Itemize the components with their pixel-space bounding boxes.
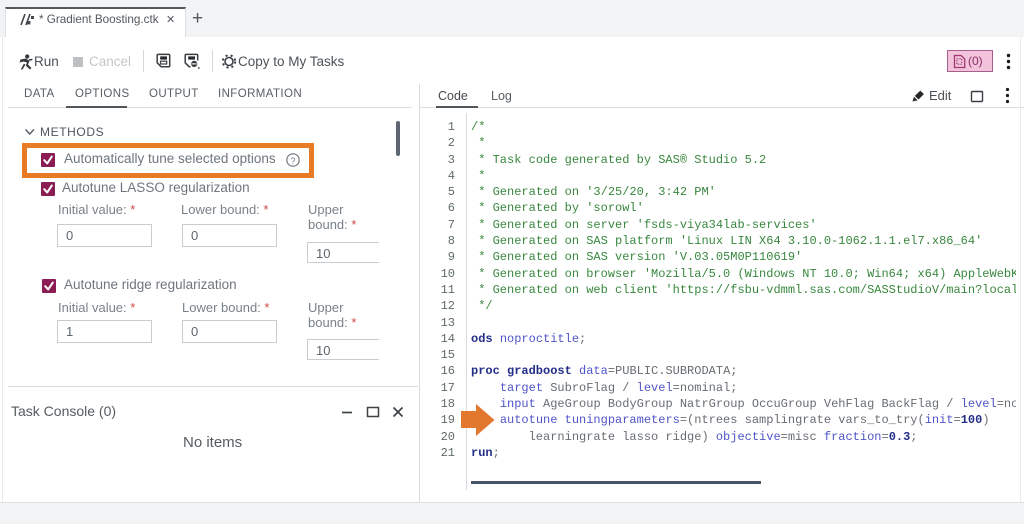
svg-text:?: ?	[290, 156, 295, 166]
